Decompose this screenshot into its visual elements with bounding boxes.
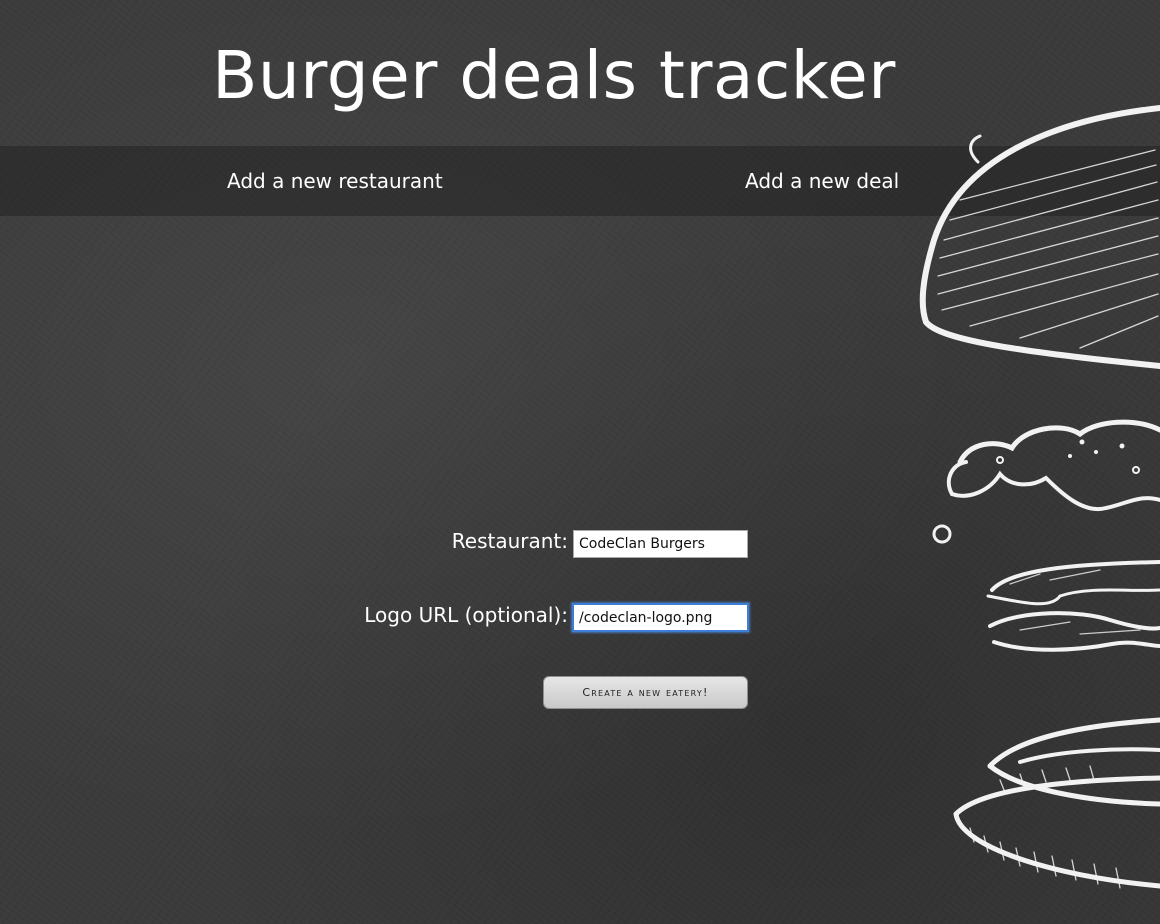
burger-illustration-icon bbox=[919, 105, 1160, 889]
create-eatery-button[interactable]: Create a new eatery! bbox=[543, 676, 748, 709]
restaurant-label-row: Restaurant: bbox=[300, 528, 568, 558]
nav-link-add-deal[interactable]: Add a new deal bbox=[745, 146, 899, 216]
logo-url-input[interactable] bbox=[572, 603, 749, 632]
restaurant-label: Restaurant: bbox=[451, 529, 568, 553]
logo-url-label-row: Logo URL (optional): bbox=[300, 602, 568, 632]
restaurant-input[interactable] bbox=[573, 530, 748, 558]
nav-link-add-restaurant[interactable]: Add a new restaurant bbox=[227, 146, 443, 216]
logo-url-label: Logo URL (optional): bbox=[364, 603, 568, 627]
